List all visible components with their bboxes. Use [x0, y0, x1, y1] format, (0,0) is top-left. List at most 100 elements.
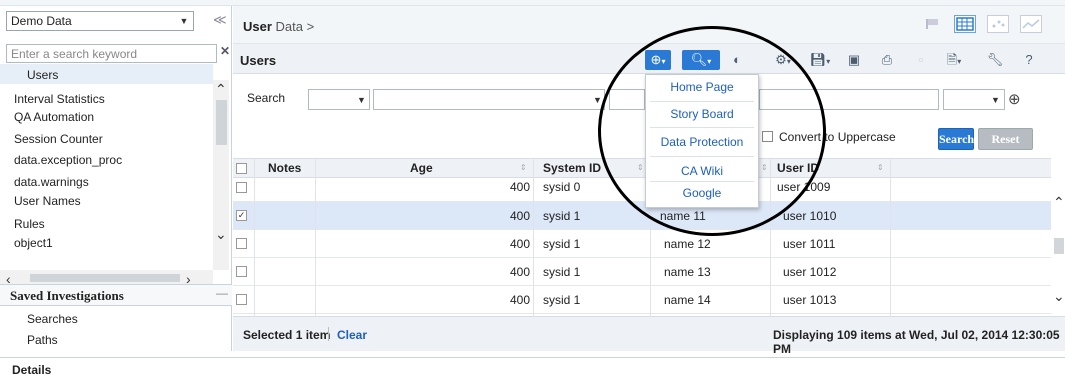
menu-divider — [650, 101, 754, 102]
scroll-down-icon[interactable]: ⌄ — [1053, 288, 1065, 305]
saved-item-paths[interactable]: Paths — [27, 333, 58, 347]
tree-item[interactable]: data.warnings — [14, 175, 89, 189]
tree-item[interactable]: data.exception_proc — [14, 153, 122, 167]
datasource-select[interactable]: Demo Data ▼ — [6, 11, 194, 31]
menu-item-ca-wiki[interactable]: CA Wiki — [645, 164, 759, 178]
datasource-tree: Users Interval Statistics QA Automation … — [0, 64, 232, 269]
chevron-down-icon: ▼ — [179, 16, 189, 26]
add-criteria-icon[interactable]: ⊕ — [1008, 90, 1021, 108]
table-row[interactable] — [233, 286, 1051, 314]
scrollbar-thumb[interactable] — [30, 274, 180, 282]
search-label: Search — [247, 91, 286, 105]
menu-item-story-board[interactable]: Story Board — [645, 107, 759, 121]
selected-count: Selected 1 item — [243, 328, 331, 342]
table-row[interactable] — [233, 258, 1051, 286]
sort-icon[interactable]: ⇕ — [520, 163, 527, 172]
breadcrumb-current[interactable]: User — [243, 19, 272, 34]
column-header-age[interactable]: Age — [410, 161, 433, 175]
uppercase-checkbox[interactable] — [762, 131, 773, 142]
cell-age: 400 — [510, 293, 531, 307]
cell-age: 400 — [510, 265, 531, 279]
search-menu-button[interactable]: 🔍︎▾ — [682, 50, 720, 70]
field-select[interactable]: ▼ — [308, 89, 370, 110]
search-button[interactable]: Search — [938, 128, 974, 150]
keyword-search-input[interactable]: Enter a search keyword — [6, 44, 217, 63]
menu-item-home-page[interactable]: Home Page — [645, 80, 759, 94]
table-row[interactable] — [233, 230, 1051, 258]
tree-item[interactable]: object1 — [14, 236, 53, 250]
scroll-down-icon[interactable]: ⌄ — [215, 226, 227, 243]
sort-icon[interactable]: ⇕ — [637, 163, 644, 172]
cell-user-id: user 1009 — [777, 180, 831, 194]
value-input-2[interactable] — [759, 89, 939, 110]
table-row[interactable] — [233, 202, 1051, 230]
tree-item[interactable]: Session Counter — [14, 132, 103, 146]
magnifier-icon: 🔍︎ — [690, 52, 708, 67]
scroll-up-icon[interactable]: ⌃ — [1053, 194, 1065, 211]
column-header-system-id[interactable]: System ID — [543, 161, 601, 175]
row-checkbox[interactable] — [236, 294, 247, 305]
cell-user-id: user 1011 — [783, 237, 836, 251]
help-icon[interactable]: ? — [1019, 50, 1039, 70]
clear-selection-link[interactable]: Clear — [337, 328, 367, 342]
menu-divider — [650, 181, 754, 182]
column-header-user-id[interactable]: User ID — [777, 161, 819, 175]
cell-name: name 14 — [664, 293, 711, 307]
minimize-icon[interactable]: — — [216, 286, 228, 300]
row-checkbox[interactable] — [236, 266, 247, 277]
export-menu-button[interactable]: 🗎︎▾ — [939, 50, 969, 70]
saved-item-searches[interactable]: Searches — [27, 312, 78, 326]
second-field-select[interactable]: ▼ — [943, 89, 1005, 110]
column-divider — [533, 158, 534, 316]
row-checkbox[interactable]: ✓ — [236, 210, 247, 221]
preview-icon[interactable]: ▣ — [844, 50, 864, 70]
tree-item[interactable]: QA Automation — [14, 110, 94, 124]
print-icon[interactable]: ⎙ — [877, 50, 897, 70]
add-menu-button[interactable]: ⊕▾ — [645, 50, 671, 70]
settings-menu-button[interactable]: ⚙▾ — [768, 50, 798, 70]
tree-item[interactable]: Interval Statistics — [14, 92, 105, 106]
cell-name: name 13 — [664, 265, 711, 279]
table-row[interactable] — [233, 178, 1051, 202]
operator-select[interactable]: ▼ — [373, 89, 605, 110]
uppercase-label: Convert to Uppercase — [779, 130, 896, 144]
row-checkbox[interactable] — [236, 182, 247, 193]
menu-item-google[interactable]: Google — [645, 186, 759, 200]
row-checkbox[interactable] — [236, 238, 247, 249]
sort-icon[interactable]: ⇕ — [761, 163, 768, 172]
tree-item[interactable]: User Names — [14, 194, 81, 208]
column-divider — [770, 158, 771, 316]
display-status: Displaying 109 items at Wed, Jul 02, 201… — [773, 328, 1060, 356]
select-all-checkbox[interactable] — [236, 163, 247, 174]
datasource-value: Demo Data — [11, 14, 72, 28]
column-header-notes[interactable]: Notes — [268, 161, 301, 175]
cell-name: name 11 — [660, 209, 706, 223]
scroll-up-icon[interactable]: ⌃ — [215, 81, 227, 98]
details-label: Details — [12, 363, 52, 377]
tree-item-users[interactable]: Users — [27, 68, 58, 82]
value-input[interactable] — [609, 89, 645, 110]
cell-system-id: sysid 1 — [543, 237, 581, 251]
scrollbar-thumb[interactable] — [1054, 238, 1064, 254]
panel-title: Users — [240, 53, 277, 68]
table-view-icon[interactable] — [954, 15, 976, 33]
tree-item[interactable]: Rules — [14, 217, 45, 231]
details-bar[interactable] — [0, 357, 1065, 381]
disabled-icon: ▫ — [918, 52, 924, 67]
sort-icon[interactable]: ⇕ — [877, 163, 884, 172]
chevron-down-icon: ▾ — [661, 57, 666, 66]
reset-button[interactable]: Reset — [978, 128, 1033, 150]
clear-search-icon[interactable]: ✕ — [220, 44, 230, 58]
globe-icon[interactable]: ◐ — [727, 50, 747, 70]
scrollbar-thumb[interactable] — [216, 100, 227, 145]
breadcrumb: User Data > — [243, 19, 314, 34]
wrench-icon[interactable]: 🔧︎ — [985, 50, 1005, 70]
collapse-panel-icon[interactable]: ≪ — [213, 12, 227, 28]
flag-view-icon[interactable] — [922, 15, 944, 33]
line-chart-view-icon[interactable] — [1020, 15, 1042, 33]
menu-item-data-protection[interactable]: Data Protection — [645, 135, 759, 149]
chevron-down-icon: ▾ — [707, 57, 712, 66]
plus-circle-icon: ⊕ — [650, 52, 662, 67]
save-menu-button[interactable]: 💾︎▾ — [805, 50, 835, 70]
scatter-view-icon[interactable] — [987, 15, 1009, 33]
